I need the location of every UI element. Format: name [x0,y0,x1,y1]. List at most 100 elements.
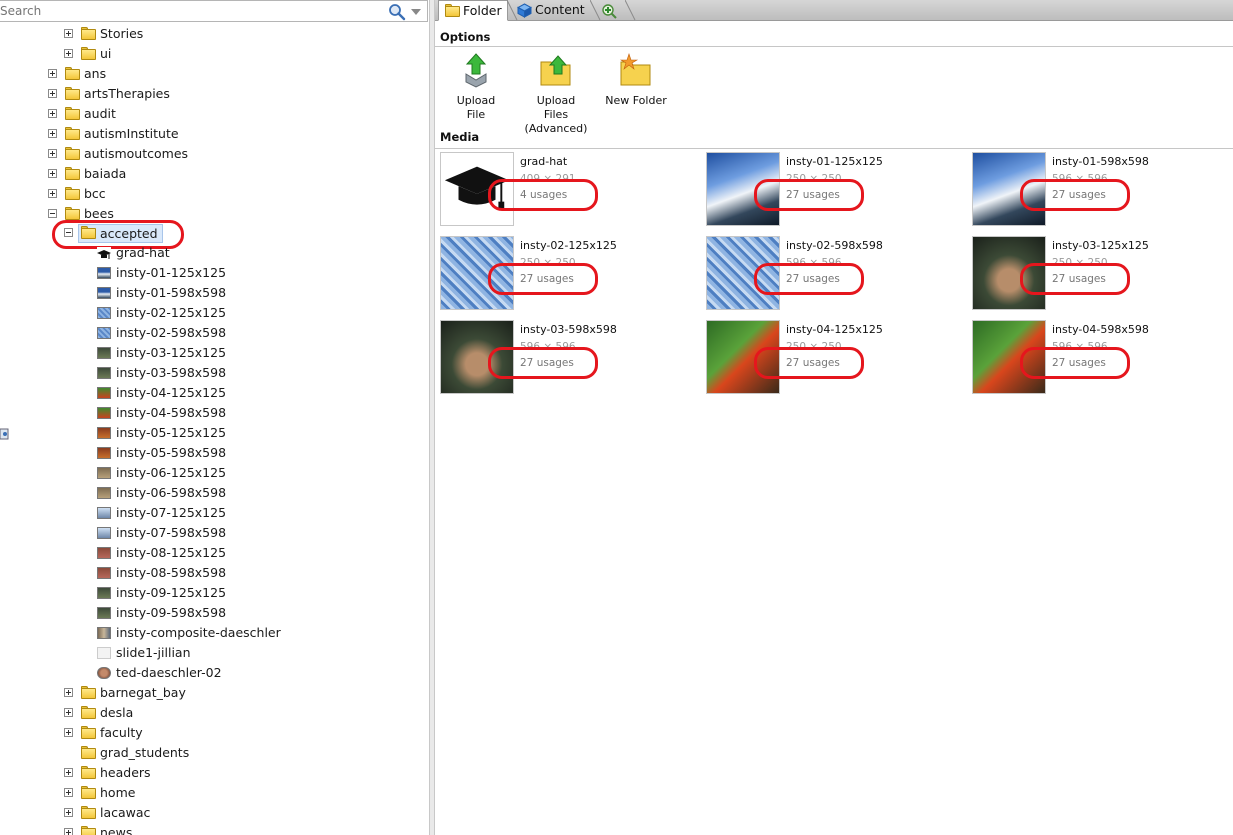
tree-folder-ui[interactable]: ui [0,44,300,64]
media-picker-icon[interactable] [0,427,10,441]
tree-label: insty-09-125x125 [116,585,227,600]
tree-folder-bcc[interactable]: bcc [0,184,300,204]
search-dropdown-icon[interactable] [411,9,421,15]
media-card[interactable]: insty-01-598x598 596 × 596 27 usages [972,152,1232,228]
media-card[interactable]: insty-03-598x598 596 × 596 27 usages [440,320,700,396]
expand-icon[interactable] [64,768,73,777]
tree-file[interactable]: insty-09-598x598 [0,603,320,623]
highlight-ring [488,179,598,211]
tree-folder-lacawac[interactable]: lacawac [0,803,300,823]
tree-file[interactable]: insty-06-125x125 [0,463,320,483]
tree-file[interactable]: insty-09-125x125 [0,583,320,603]
highlight-ring [1020,347,1130,379]
tree-file[interactable]: insty-05-598x598 [0,443,320,463]
tree-folder-artsTherapies[interactable]: artsTherapies [0,84,300,104]
media-card[interactable]: insty-02-598x598 596 × 596 27 usages [706,236,966,312]
file-thumbnail-icon [97,647,111,659]
tree-file[interactable]: insty-03-598x598 [0,363,320,383]
tree-file[interactable]: insty-03-125x125 [0,343,320,363]
tree-file[interactable]: ted-daeschler-02 [0,663,320,683]
tree-folder-news[interactable]: news [0,823,300,835]
tree-file[interactable]: insty-composite-daeschler [0,623,320,643]
search-input[interactable] [0,2,380,20]
expand-icon[interactable] [48,89,57,98]
collapse-icon[interactable] [48,209,57,218]
media-card[interactable]: insty-04-125x125 250 × 250 27 usages [706,320,966,396]
upload-files-advanced-button[interactable]: Upload Files (Advanced) [523,52,589,136]
tree-file[interactable]: insty-08-598x598 [0,563,320,583]
tree-folder-autismInstitute[interactable]: autismInstitute [0,124,300,144]
expand-icon[interactable] [48,129,57,138]
tree-folder-headers[interactable]: headers [0,763,300,783]
file-thumbnail-icon [97,487,111,499]
tree-folder-audit[interactable]: audit [0,104,300,124]
tree-file[interactable]: insty-01-598x598 [0,283,320,303]
file-thumbnail-icon [97,427,111,439]
media-name: insty-01-125x125 [786,155,883,168]
expand-icon[interactable] [48,109,57,118]
expand-icon[interactable] [48,169,57,178]
highlight-ring [1020,179,1130,211]
folder-icon [81,746,96,759]
file-thumbnail-icon [97,387,111,399]
tree-label: autismoutcomes [84,146,189,161]
media-card[interactable]: insty-01-125x125 250 × 250 27 usages [706,152,966,228]
folder-icon [65,67,80,80]
tree-folder-faculty[interactable]: faculty [0,723,300,743]
expand-icon[interactable] [48,69,57,78]
expand-icon[interactable] [64,728,73,737]
media-card[interactable]: insty-02-125x125 250 × 250 27 usages [440,236,700,312]
tree-file[interactable]: insty-06-598x598 [0,483,320,503]
file-thumbnail-icon [97,547,111,559]
new-folder-button[interactable]: New Folder [605,52,667,108]
file-thumbnail-icon [97,627,111,639]
tree-file[interactable]: insty-05-125x125 [0,423,320,443]
expand-icon[interactable] [64,788,73,797]
tree-folder-home[interactable]: home [0,783,300,803]
expand-icon[interactable] [48,189,57,198]
tab-folder[interactable]: Folder [438,0,508,21]
tree-label: insty-04-598x598 [116,405,227,420]
tree-label: artsTherapies [84,86,170,101]
tree-file[interactable]: insty-02-125x125 [0,303,320,323]
folder-upload-icon [540,55,571,86]
expand-icon[interactable] [64,688,73,697]
tree-file[interactable]: insty-07-598x598 [0,523,320,543]
expand-icon[interactable] [64,808,73,817]
expand-icon[interactable] [64,708,73,717]
upload-icon [465,53,487,88]
expand-icon[interactable] [64,828,73,835]
tree-file[interactable]: insty-04-125x125 [0,383,320,403]
media-heading: Media [440,130,480,144]
tree-folder-barnegat_bay[interactable]: barnegat_bay [0,683,300,703]
tree-folder-ans[interactable]: ans [0,64,300,84]
search-icon[interactable] [388,3,406,21]
divider [435,148,1233,149]
file-thumbnail-icon [97,367,111,379]
tree-folder-desla[interactable]: desla [0,703,300,723]
tree-file[interactable]: insty-07-125x125 [0,503,320,523]
expand-icon[interactable] [48,149,57,158]
upload-file-button[interactable]: Upload File [447,52,505,122]
tree-file[interactable]: insty-08-125x125 [0,543,320,563]
media-card[interactable]: insty-03-125x125 250 × 250 27 usages [972,236,1232,312]
tree-label: headers [100,765,151,780]
tree-file[interactable]: slide1-jillian [0,643,320,663]
tab-content[interactable]: Content [515,0,597,21]
media-card[interactable]: grad-hat 409 × 291 4 usages [440,152,700,228]
expand-icon[interactable] [64,29,73,38]
file-thumbnail-icon [97,307,111,319]
tree-folder-stories[interactable]: Stories [0,24,300,44]
expand-icon[interactable] [64,49,73,58]
tree-folder-grad_students[interactable]: grad_students [0,743,300,763]
tree-file[interactable]: grad-hat [0,243,320,263]
tree-folder-autismoutcomes[interactable]: autismoutcomes [0,144,300,164]
tab-label: Content [535,2,585,17]
tree-file[interactable]: insty-04-598x598 [0,403,320,423]
media-card[interactable]: insty-04-598x598 596 × 596 27 usages [972,320,1232,396]
tree-label: news [100,825,133,835]
tree-file[interactable]: insty-02-598x598 [0,323,320,343]
tree-folder-baiada[interactable]: baiada [0,164,300,184]
tree-file[interactable]: insty-01-125x125 [0,263,320,283]
upload-files-label-2: (Advanced) [524,122,588,135]
